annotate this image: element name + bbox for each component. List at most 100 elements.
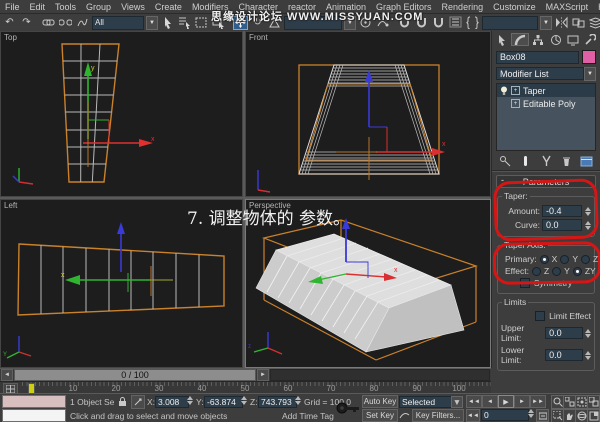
x-coord-field[interactable]: 3.008 — [155, 396, 189, 408]
snap-spinner-icon[interactable] — [448, 16, 463, 30]
z-coord-spinner[interactable] — [294, 395, 301, 406]
frame-spinner[interactable] — [527, 408, 534, 419]
set-keys-key-icon[interactable] — [336, 398, 360, 418]
primary-x-radio[interactable] — [539, 254, 549, 264]
time-slider-prev-icon[interactable]: ◄ — [1, 369, 13, 381]
primary-z-radio[interactable] — [580, 254, 590, 264]
parameters-rollout-header[interactable]: - Parameters — [496, 175, 596, 188]
stack-item-editable-poly[interactable]: + Editable Poly — [497, 97, 595, 110]
selection-filter-arrow-icon[interactable]: ▼ — [146, 15, 158, 30]
selection-lock-icon[interactable] — [118, 396, 127, 407]
create-tab-icon[interactable] — [494, 33, 510, 46]
menu-tools[interactable]: Tools — [54, 2, 77, 12]
menu-maxscript[interactable]: MAXScript — [545, 2, 590, 12]
modify-tab-icon[interactable] — [511, 33, 530, 46]
selection-filter-dropdown[interactable]: All — [92, 15, 144, 30]
upper-limit-spinner[interactable] — [584, 328, 591, 339]
time-slider-handle[interactable]: 0 / 100 — [14, 369, 256, 381]
auto-key-button[interactable]: Auto Key — [362, 395, 398, 408]
viewport-top-label[interactable]: Top — [4, 33, 17, 42]
key-filters-button[interactable]: Key Filters... — [412, 409, 464, 422]
y-coord-field[interactable]: -63.874 — [204, 396, 243, 408]
maxscript-macro-line[interactable] — [2, 395, 66, 408]
symmetry-checkbox[interactable] — [519, 278, 530, 288]
lightbulb-icon[interactable] — [500, 86, 508, 96]
configure-modifier-sets-icon[interactable] — [580, 155, 593, 167]
named-selection-arrow-icon[interactable]: ▼ — [540, 15, 552, 30]
select-link-icon[interactable] — [41, 16, 56, 30]
menu-file[interactable]: File — [4, 2, 21, 12]
stack-item-taper[interactable]: + Taper — [497, 84, 595, 97]
y-coord-spinner[interactable] — [240, 395, 247, 406]
viewport-front[interactable]: Front x — [245, 31, 491, 197]
unlink-icon[interactable] — [58, 16, 73, 30]
primary-y-radio[interactable] — [560, 254, 570, 264]
absolute-offset-toggle-icon[interactable] — [131, 395, 145, 409]
current-frame-field[interactable]: 0 — [481, 409, 529, 421]
align-icon[interactable] — [571, 16, 586, 30]
time-slider-next-icon[interactable]: ► — [257, 369, 269, 381]
key-mode-arrow-icon[interactable]: ▼ — [451, 396, 463, 408]
effect-zy-radio[interactable] — [572, 266, 582, 276]
add-time-tag[interactable]: Add Time Tag — [282, 411, 334, 421]
object-name-field[interactable]: Box08 — [496, 50, 579, 64]
viewport-left-label[interactable]: Left — [4, 201, 17, 210]
limit-effect-checkbox[interactable] — [535, 311, 546, 321]
rollout-collapse-icon[interactable]: - — [501, 175, 504, 185]
mirror-icon[interactable] — [554, 16, 569, 30]
expand-icon[interactable]: + — [511, 86, 520, 95]
zoom-extents-all-icon[interactable] — [587, 395, 600, 409]
undo-icon[interactable]: ↶ — [2, 16, 17, 30]
viewport-top[interactable]: Top y x — [0, 31, 243, 197]
goto-start-icon[interactable]: ◄◄ — [466, 395, 482, 408]
set-key-button[interactable]: Set Key — [362, 409, 398, 422]
z-coord-field[interactable]: 743.793 — [258, 396, 297, 408]
lower-limit-field[interactable]: 0.0 — [545, 349, 583, 361]
show-end-result-icon[interactable] — [519, 155, 532, 167]
viewport-front-label[interactable]: Front — [249, 33, 268, 42]
menu-views[interactable]: Views — [120, 2, 146, 12]
key-step-back-icon[interactable]: ◄◄ — [466, 409, 480, 422]
lower-limit-spinner[interactable] — [584, 350, 591, 361]
menu-create[interactable]: Create — [154, 2, 183, 12]
modifier-list-arrow-icon[interactable]: ▼ — [584, 67, 596, 81]
menu-group[interactable]: Group — [85, 2, 112, 12]
motion-tab-icon[interactable] — [548, 33, 564, 46]
min-max-toggle-icon[interactable] — [587, 409, 600, 422]
amount-spinner[interactable] — [584, 206, 591, 217]
select-by-name-icon[interactable] — [177, 16, 192, 30]
menu-edit[interactable]: Edit — [29, 2, 47, 12]
redo-icon[interactable]: ↷ — [19, 16, 34, 30]
keyboard-override-icon[interactable] — [465, 16, 480, 30]
key-filter-curve-icon[interactable] — [399, 410, 410, 420]
menu-rendering[interactable]: Rendering — [441, 2, 485, 12]
curve-spinner[interactable] — [584, 220, 591, 231]
snap-percent-icon[interactable] — [431, 16, 446, 30]
bind-spacewarp-icon[interactable] — [75, 16, 90, 30]
x-coord-spinner[interactable] — [186, 395, 193, 406]
pin-stack-icon[interactable] — [499, 155, 512, 167]
key-mode-dropdown[interactable]: Selected — [399, 396, 454, 408]
make-unique-icon[interactable] — [540, 155, 553, 167]
menu-customize[interactable]: Customize — [492, 2, 537, 12]
effect-y-radio[interactable] — [552, 266, 562, 276]
goto-end-icon[interactable]: ►► — [530, 395, 546, 408]
display-tab-icon[interactable] — [565, 33, 581, 46]
select-object-icon[interactable] — [160, 16, 175, 30]
effect-z-radio[interactable] — [531, 266, 541, 276]
time-configuration-icon[interactable] — [536, 409, 549, 422]
named-selection-dropdown[interactable] — [482, 15, 538, 30]
region-select-icon[interactable] — [194, 16, 209, 30]
maxscript-listener-line[interactable] — [2, 409, 66, 422]
hierarchy-tab-icon[interactable] — [530, 33, 546, 46]
amount-field[interactable]: -0.4 — [542, 205, 582, 217]
play-animation-icon[interactable]: ▶ — [498, 395, 514, 408]
curve-field[interactable]: 0.0 — [542, 219, 582, 231]
expand-icon[interactable]: + — [511, 99, 520, 108]
utilities-tab-icon[interactable] — [582, 33, 598, 46]
remove-modifier-icon[interactable] — [560, 155, 573, 167]
time-slider-track[interactable] — [270, 369, 490, 381]
previous-frame-icon[interactable]: ◄ — [482, 395, 498, 408]
layers-icon[interactable] — [588, 16, 600, 30]
next-frame-icon[interactable]: ► — [514, 395, 530, 408]
